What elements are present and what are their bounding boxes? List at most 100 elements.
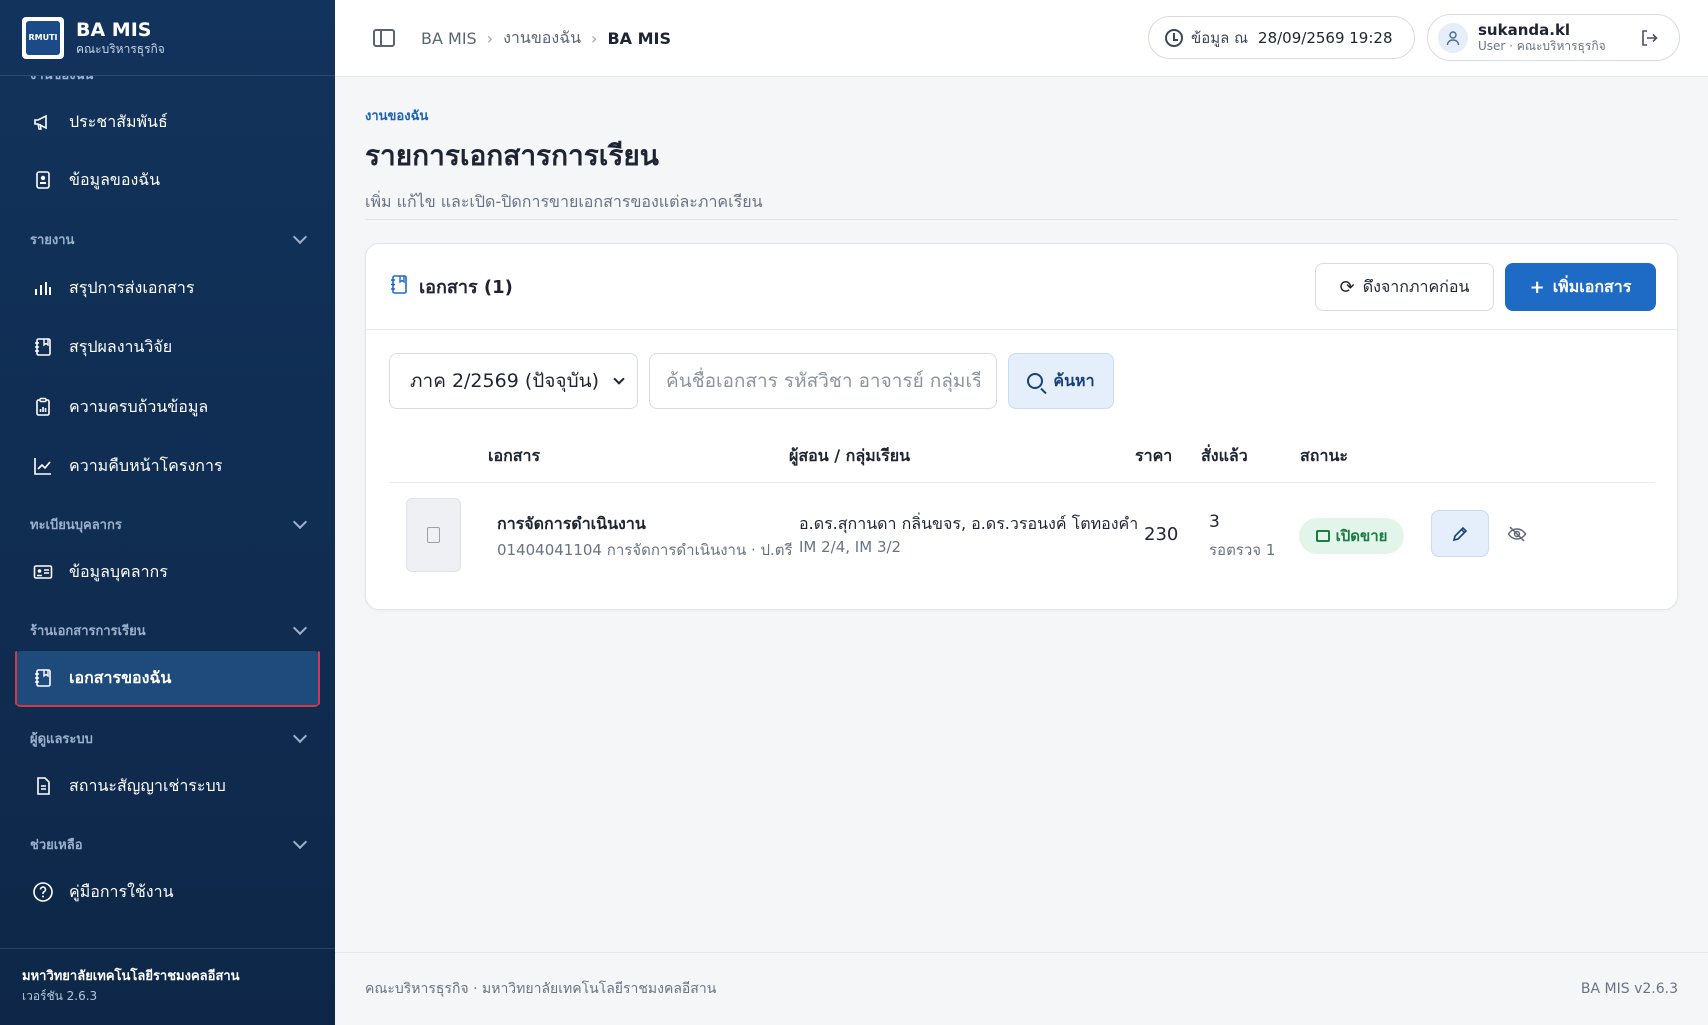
column-header-status: สถานะ [1300,446,1348,465]
chevron-down-icon [613,373,625,385]
sidebar-item-data-completeness[interactable]: ความครบถ้วนข้อมูล [15,379,320,435]
top-header: BA MIS › งานของฉัน › BA MIS ข้อมูล ณ 28/… [335,0,1708,77]
search-input[interactable] [649,353,997,409]
user-avatar-icon [1438,22,1468,53]
sidebar-item-project-progress[interactable]: ความคืบหน้าโครงการ [15,438,320,494]
breadcrumb-item-mywork[interactable]: งานของฉัน [503,26,581,51]
sidebar-item-label: ข้อมูลบุคลากร [69,561,168,581]
page-heading: งานของฉัน รายการเอกสารการเรียน เพิ่ม แก้… [365,105,1678,220]
store-icon [1315,530,1330,542]
card-header: เอกสาร (1) ⟳ ดึงจากภาคก่อน + เพิ่มเอกสาร [366,244,1677,330]
divider [365,219,1678,220]
status-badge: เปิดขาย [1299,518,1404,554]
university-logo: RMUTI [22,16,64,59]
brand-title: BA MIS [76,18,152,41]
data-as-of-value: 28/09/2569 19:28 [1258,28,1393,47]
sidebar-item-my-info[interactable]: ข้อมูลของฉัน [15,152,320,208]
search-icon [1027,373,1044,389]
page-footer: คณะบริหารธุรกิจ · มหาวิทยาลัยเทคโนโลยีรา… [335,952,1708,1025]
breadcrumb-item-home[interactable]: BA MIS [421,29,477,48]
footer-org: คณะบริหารธุรกิจ · มหาวิทยาลัยเทคโนโลยีรา… [365,981,717,997]
clipboard-chart-icon [31,395,55,419]
hide-toggle-button[interactable] [1504,521,1530,547]
refresh-icon: ⟳ [1339,276,1355,298]
version-label: เวอร์ชัน 2.6.3 [22,989,98,1003]
breadcrumb: BA MIS › งานของฉัน › BA MIS [421,26,671,51]
sidebar-item-research-summary[interactable]: สรุปผลงานวิจัย [15,319,320,375]
user-menu[interactable]: sukanda.kl User · คณะบริหารธุรกิจ [1427,14,1680,61]
sidebar-item-label: ความคืบหน้าโครงการ [69,455,223,475]
sidebar-item-doc-summary[interactable]: สรุปการส่งเอกสาร [15,260,320,316]
sidebar-item-label: สถานะสัญญาเช่าระบบ [69,775,226,795]
data-timestamp: ข้อมูล ณ 28/09/2569 19:28 [1148,16,1415,59]
document-icon [427,527,440,543]
chevron-down-icon [292,834,308,850]
column-header-ordered: สั่งแล้ว [1201,446,1248,465]
document-code: 01404041104 การจัดการดำเนินงาน · ป.ตรี [497,541,793,559]
user-role: User · คณะบริหารธุรกิจ [1478,38,1606,53]
sidebar-toggle-icon[interactable] [373,29,395,47]
chevron-down-icon [292,229,308,245]
sidebar-item-personnel-info[interactable]: ข้อมูลบุคลากร [15,544,320,600]
footer-version: BA MIS v2.6.3 [1580,981,1678,997]
nav-section-reports[interactable]: รายงาน [30,229,308,250]
column-header-document: เอกสาร [488,446,541,465]
notebook-icon [31,335,55,359]
eye-off-icon [1507,526,1527,542]
table-row[interactable]: การจัดการดำเนินงาน 01404041104 การจัดการ… [389,483,1655,588]
chevron-right-icon: › [486,28,494,48]
plus-icon: + [1529,276,1545,298]
sidebar-item-label: สรุปผลงานวิจัย [69,336,173,356]
clock-icon [1165,28,1183,47]
sidebar-item-label: คู่มือการใช้งาน [69,881,174,901]
sidebar-item-label: ความครบถ้วนข้อมูล [69,396,209,416]
chevron-down-icon [292,620,308,636]
id-card-icon [31,168,55,192]
chevron-down-icon [292,728,308,744]
nav-section-clipped: งานของฉัน [30,76,305,85]
document-icon [31,774,55,798]
price-value: 230 [1144,524,1179,545]
sidebar-item-user-manual[interactable]: คู่มือการใช้งาน [15,864,320,920]
nav-section-admin[interactable]: ผู้ดูแลระบบ [30,728,308,749]
column-header-teacher: ผู้สอน / กลุ่มเรียน [789,446,911,465]
bar-chart-icon [31,276,55,300]
sidebar-footer: มหาวิทยาลัยเทคโนโลยีราชมงคลอีสาน เวอร์ชั… [0,948,335,1025]
sidebar: RMUTI BA MIS คณะบริหารธุรกิจ งานของฉัน ป… [0,0,335,1025]
sidebar-item-label: ข้อมูลของฉัน [69,169,161,189]
teacher-names: อ.ดร.สุกานดา กลิ่นขจร, อ.ดร.วรอนงค์ โตทอ… [799,514,1139,533]
brand-subtitle: คณะบริหารธุรกิจ [76,41,165,56]
page-description: เพิ่ม แก้ไข และเปิด-ปิดการขายเอกสารของแต… [365,192,763,211]
help-circle-icon [31,880,55,904]
sidebar-item-label: ประชาสัมพันธ์ [69,111,168,131]
filter-bar: ภาค 2/2569 (ปัจจุบัน) ค้นหา [389,353,1114,409]
nav-section-doc-shop[interactable]: ร้านเอกสารการเรียน [30,620,308,641]
search-button[interactable]: ค้นหา [1008,353,1114,409]
person-card-icon [31,560,55,584]
document-name: การจัดการดำเนินงาน [497,514,646,533]
pull-from-previous-term-button[interactable]: ⟳ ดึงจากภาคก่อน [1315,263,1494,311]
sidebar-item-my-documents[interactable]: เอกสารของฉัน [15,651,320,707]
documents-card: เอกสาร (1) ⟳ ดึงจากภาคก่อน + เพิ่มเอกสาร ภ… [365,243,1678,610]
table-header: เอกสาร ผู้สอน / กลุ่มเรียน ราคา สั่งแล้ว… [389,422,1655,483]
chevron-down-icon [292,514,308,530]
document-thumbnail [406,498,461,572]
nav-section-personnel[interactable]: ทะเบียนบุคลากร [30,514,308,535]
brand[interactable]: RMUTI BA MIS คณะบริหารธุรกิจ [0,0,335,76]
logout-icon[interactable] [1639,28,1659,48]
card-title: เอกสาร (1) [419,277,513,298]
pending-count: รอตรวจ 1 [1209,541,1276,559]
add-document-button[interactable]: + เพิ่มเอกสาร [1505,263,1656,311]
page-eyebrow: งานของฉัน [365,109,429,124]
notebook-icon [389,274,409,300]
sidebar-item-label: สรุปการส่งเอกสาร [69,277,195,297]
sidebar-item-lease-status[interactable]: สถานะสัญญาเช่าระบบ [15,758,320,814]
pencil-icon [1452,526,1468,541]
sidebar-item-announcements[interactable]: ประชาสัมพันธ์ [15,94,320,150]
megaphone-icon [31,110,55,134]
edit-button[interactable] [1431,510,1489,557]
data-as-of-label: ข้อมูล ณ [1191,28,1249,47]
nav-section-help[interactable]: ช่วยเหลือ [30,834,308,855]
term-select[interactable]: ภาค 2/2569 (ปัจจุบัน) [389,353,638,409]
user-name: sukanda.kl [1478,20,1571,39]
